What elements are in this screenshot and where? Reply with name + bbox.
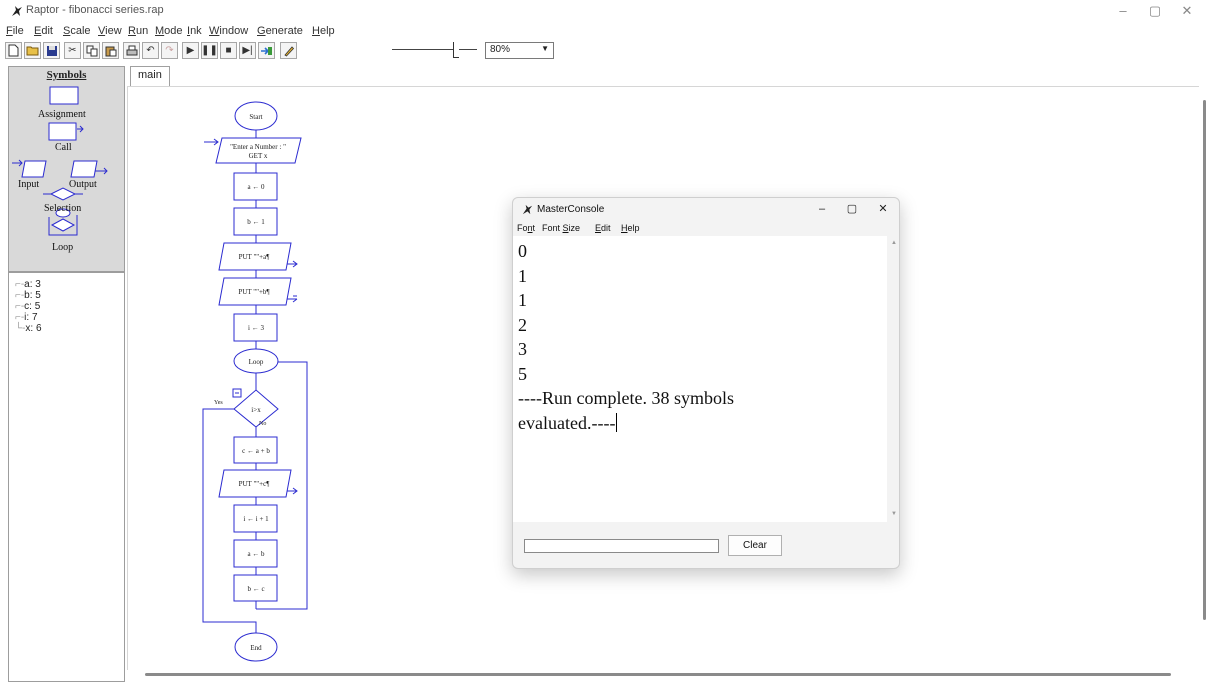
text-cursor	[616, 412, 618, 432]
assignment-label: i ← 3	[248, 324, 264, 332]
console-output-line: 1	[518, 290, 527, 310]
input-get-label: GET x	[249, 152, 268, 160]
console-output-line: ----Run complete. 38 symbols	[518, 388, 734, 408]
input-prompt-label: "Enter a Number : "	[230, 143, 286, 151]
console-output[interactable]: 0 1 1 2 3 5 ----Run complete. 38 symbols…	[513, 236, 887, 522]
condition-label: i>x	[251, 406, 261, 414]
scroll-down-icon[interactable]: ▼	[891, 511, 897, 517]
assignment-label: a ← 0	[247, 183, 265, 191]
assignment-label: b ← 1	[247, 218, 265, 226]
console-menu-bar: Font Font Size Edit Help	[513, 222, 899, 236]
console-output-line: evaluated.----	[518, 412, 618, 433]
console-menu-help[interactable]: Help	[621, 223, 640, 233]
assignment-label: i ← i + 1	[243, 515, 269, 523]
console-title-bar[interactable]: MasterConsole – ▢ ✕	[513, 198, 899, 220]
collapse-icon[interactable]	[232, 388, 242, 398]
assignment-label: a ← b	[247, 550, 265, 558]
loop-label: Loop	[249, 358, 264, 366]
console-menu-edit[interactable]: Edit	[595, 223, 611, 233]
console-output-line: 0	[518, 241, 527, 261]
console-minimize-button[interactable]: –	[809, 201, 835, 217]
console-input-field[interactable]	[524, 539, 719, 553]
console-menu-font-size[interactable]: Font Size	[542, 223, 580, 233]
assignment-label: c ← a + b	[242, 447, 270, 455]
console-close-button[interactable]: ✕	[870, 201, 896, 217]
console-output-line: 5	[518, 363, 527, 384]
console-scrollbar[interactable]: ▲ ▼	[887, 236, 899, 522]
scroll-up-icon[interactable]: ▲	[891, 240, 897, 246]
console-menu-font[interactable]: Font	[517, 223, 535, 233]
console-maximize-button[interactable]: ▢	[839, 201, 865, 217]
clear-button[interactable]: Clear	[728, 535, 782, 556]
console-output-line: 2	[518, 314, 527, 335]
output-label: PUT ""+c¶	[239, 480, 271, 488]
console-output-line: 3	[518, 339, 527, 359]
output-label: PUT ""+b¶	[238, 288, 270, 296]
console-output-line: 1	[518, 265, 527, 286]
console-title: MasterConsole	[537, 204, 605, 215]
no-label: No	[259, 421, 266, 427]
raptor-app-icon	[522, 204, 533, 215]
end-label: End	[250, 644, 262, 652]
assignment-label: b ← c	[247, 585, 264, 593]
yes-label: Yes	[214, 400, 223, 406]
master-console-window: MasterConsole – ▢ ✕ Font Font Size Edit …	[512, 197, 900, 569]
start-label: Start	[249, 113, 262, 121]
output-label: PUT ""+a¶	[239, 253, 271, 261]
